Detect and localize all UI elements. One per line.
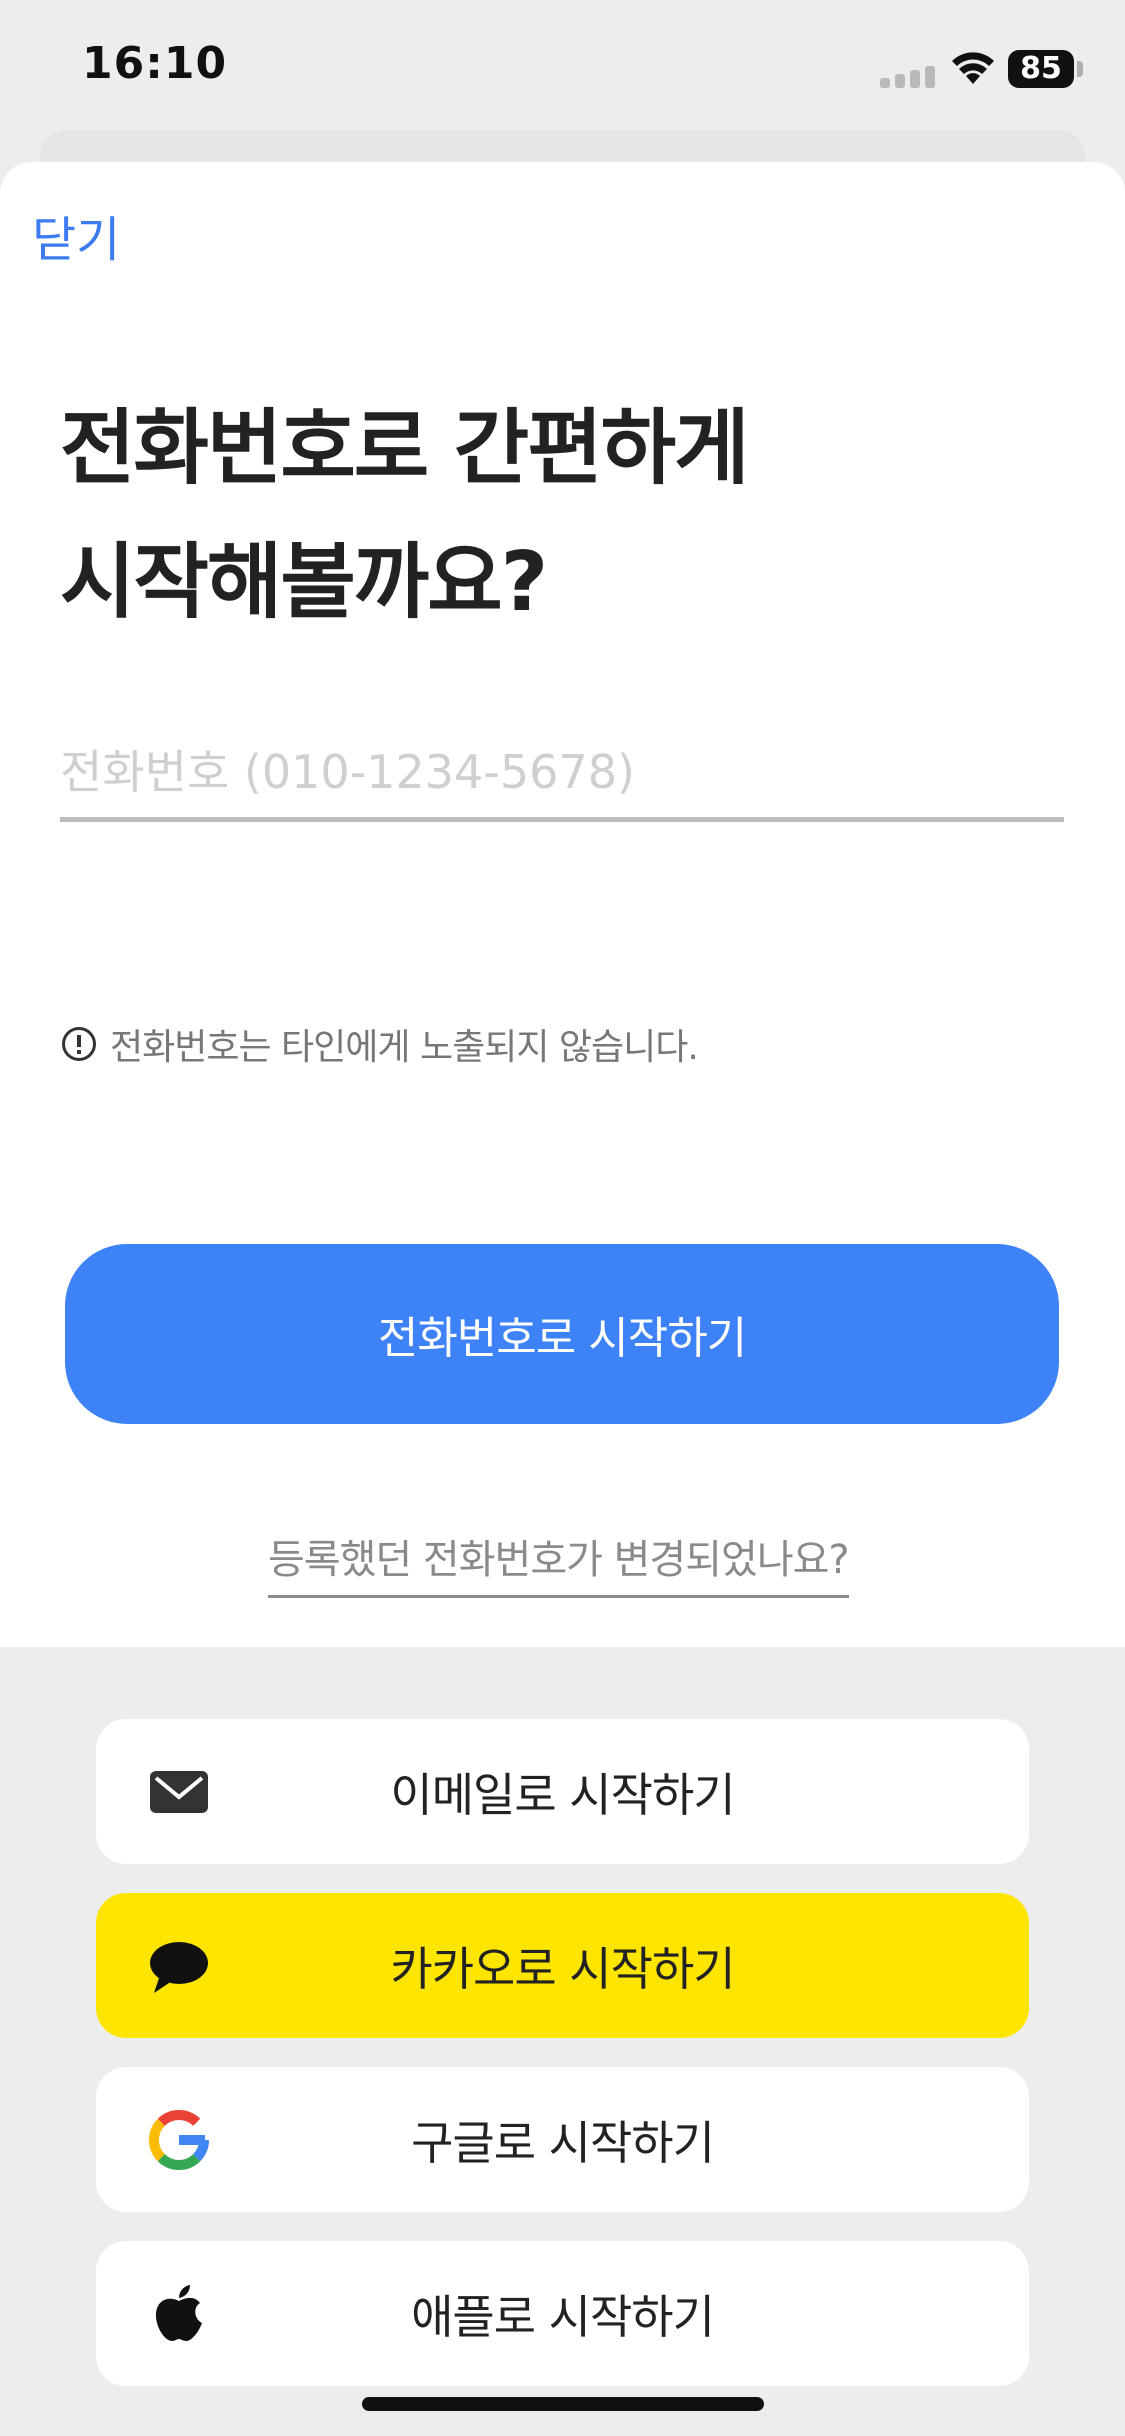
apple-start-button[interactable]: 애플로 시작하기: [96, 2241, 1029, 2386]
kakao-start-button[interactable]: 카카오로 시작하기: [96, 1893, 1029, 2038]
kakao-start-label: 카카오로 시작하기: [390, 1941, 735, 1996]
phone-number-input[interactable]: [60, 727, 1064, 822]
email-start-button[interactable]: 이메일로 시작하기: [96, 1719, 1029, 1864]
phone-changed-link[interactable]: 등록했던 전화번호가 변경되었나요?: [268, 1527, 850, 1598]
home-indicator: [362, 2397, 764, 2411]
google-start-label: 구글로 시작하기: [411, 2115, 715, 2170]
status-bar: 16:10 85: [0, 0, 1125, 140]
apple-start-label: 애플로 시작하기: [411, 2289, 715, 2344]
signal-icon: [880, 62, 936, 88]
privacy-notice: 전화번호는 타인에게 노출되지 않습니다.: [62, 1018, 699, 1070]
wifi-icon: [952, 52, 994, 84]
battery-tip: [1077, 61, 1083, 77]
phone-start-button[interactable]: 전화번호로 시작하기: [65, 1244, 1059, 1424]
login-sheet: 닫기 전화번호로 간편하게 시작해볼까요? 전화번호는 타인에게 노출되지 않습…: [0, 162, 1125, 1647]
email-start-label: 이메일로 시작하기: [390, 1767, 735, 1822]
status-time: 16:10: [82, 38, 228, 89]
title-line-1: 전화번호로 간편하게: [60, 401, 750, 496]
battery-icon: 85: [1008, 50, 1074, 88]
google-start-button[interactable]: 구글로 시작하기: [96, 2067, 1029, 2212]
privacy-notice-text: 전화번호는 타인에게 노출되지 않습니다.: [110, 1027, 699, 1068]
page-title: 전화번호로 간편하게 시작해볼까요?: [60, 382, 750, 650]
info-icon: [62, 1027, 96, 1061]
title-line-2: 시작해볼까요?: [60, 535, 548, 630]
close-button[interactable]: 닫기: [32, 200, 120, 270]
